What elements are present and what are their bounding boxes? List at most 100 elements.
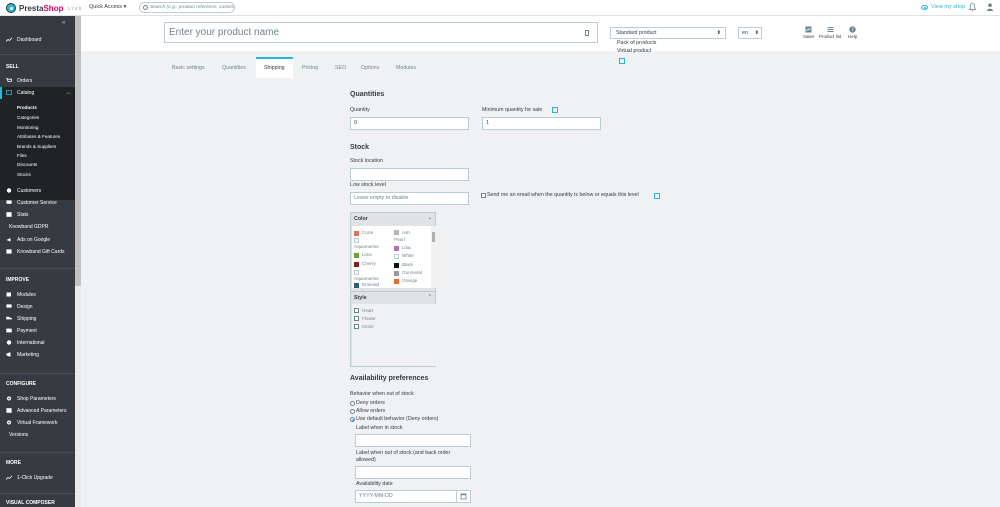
color-swatch-orange[interactable] [394,279,399,284]
sidebar-item-design[interactable]: Design [0,301,75,312]
style-attribute-panel: Style ⌃ Heart Flower Circle [350,291,436,367]
sidebar-item-knowband-gdpr[interactable]: Knowband GDPR [0,221,75,232]
sidebar-item-dashboard[interactable]: Dashboard [0,34,75,45]
radio-default-behavior[interactable] [350,417,355,422]
sidebar-item-ads-google[interactable]: Ads on Google [0,234,75,245]
tab-modules[interactable]: Modules [396,57,416,77]
tab-basic-settings[interactable]: Basic settings [172,57,205,77]
sidebar-item-modules[interactable]: Modules [0,289,75,300]
label-in-stock-input[interactable] [355,434,471,447]
sidebar-item-virtual-framework[interactable]: Virtual Framework [0,417,75,428]
availability-date-input[interactable]: YYYY-MM-DD [355,490,457,503]
sidebar-scrollbar[interactable] [75,16,81,507]
product-list-button[interactable]: Product list [819,26,841,39]
email-alert-help-icon[interactable] [654,193,660,199]
stock-location-input[interactable] [350,168,469,181]
sidebar-item-shipping[interactable]: Shipping [0,313,75,324]
type-option-pack[interactable]: Pack of products [617,39,656,47]
user-icon[interactable] [987,3,993,11]
sidebar-sub-files[interactable]: Files [17,153,27,158]
color-swatch-cherry[interactable] [354,262,359,267]
sidebar-item-marketing[interactable]: Marketing [0,349,75,360]
style-checkbox-flower[interactable] [354,316,359,321]
scrollbar-thumb[interactable] [432,232,435,242]
sidebar-item-advanced-parameters[interactable]: Advanced Parameters [0,405,75,416]
tab-pricing[interactable]: Pricing [302,57,318,77]
radio-deny-orders[interactable] [350,401,355,406]
sidebar-sub-attributes[interactable]: Attributes & Features [17,134,60,139]
tab-quantities[interactable]: Quantities [222,57,246,77]
color-list-scrollbar[interactable] [431,226,436,288]
product-name-placeholder: Enter your product name [169,27,280,38]
view-shop-label: View my shop [931,4,966,10]
style-checkbox-heart[interactable] [354,308,359,313]
sales-chart-icon [805,26,812,33]
extension-icon [6,292,11,297]
sidebar-item-label: Payment [17,327,37,334]
sidebar-item-stats[interactable]: Stats [0,209,75,220]
chevron-up-icon[interactable]: ⌃ [428,294,432,300]
sidebar-item-orders[interactable]: Orders [0,75,75,86]
product-type-select[interactable]: Standard product ⬍ [610,27,726,39]
color-label: Pearl [394,237,405,242]
color-swatch-black[interactable] [394,263,399,268]
sidebar-sub-stocks[interactable]: Stocks [17,172,31,177]
style-checkbox-circle[interactable] [354,324,359,329]
sidebar-item-label: Shop Parameters [17,395,56,402]
sidebar-sub-brands[interactable]: Brands & Suppliers [17,144,56,149]
sidebar-item-international[interactable]: International [0,337,75,348]
color-swatch-ash[interactable] [394,230,399,235]
min-quantity-input[interactable]: 1 [482,117,601,130]
email-alert-checkbox[interactable] [481,193,486,198]
translate-icon[interactable] [585,30,589,36]
type-option-virtual[interactable]: Virtual product [617,47,656,55]
help-button[interactable]: ? Help [848,26,857,39]
min-quantity-help-icon[interactable] [552,107,558,113]
sidebar-sub-monitoring[interactable]: Monitoring [17,125,38,130]
search-input[interactable]: Search (e.g.: product reference, custom [139,2,235,13]
sidebar-item-1-click-upgrade[interactable]: 1-Click Upgrade [0,472,75,483]
view-my-shop-link[interactable]: View my shop [921,4,965,10]
sidebar-item-customers[interactable]: Customers [0,185,75,196]
sidebar-item-customer-service[interactable]: Customer Service [0,197,75,208]
scrollbar-thumb[interactable] [75,16,81,286]
color-swatch-aquamarine[interactable] [354,238,359,243]
color-swatch-emerald[interactable] [354,283,359,288]
tab-options[interactable]: Options [361,57,379,77]
sidebar-item-gift-cards[interactable]: Knowband Gift Cards [0,246,75,257]
sidebar-item-shop-parameters[interactable]: Shop Parameters [0,393,75,404]
collapse-sidebar-icon[interactable]: « [62,20,65,26]
label-out-of-stock-input[interactable] [355,466,471,479]
top-header: PrestaShop 1.7.4.0 Quick Access ▾ Search… [0,0,1000,16]
stock-heading: Stock [350,144,370,151]
radio-label: Allow orders [356,408,386,414]
radio-allow-orders[interactable] [350,409,355,414]
product-name-input[interactable]: Enter your product name [164,22,598,43]
color-swatch-gunmetal[interactable] [394,271,399,276]
sidebar-item-label: Modules [17,291,36,298]
sidebar-sub-discounts[interactable]: Discounts [17,162,37,167]
calendar-button[interactable] [456,490,471,503]
language-select[interactable]: en ⬍ [738,27,762,39]
color-swatch-lilac[interactable] [394,246,399,251]
prestashop-logo[interactable]: PrestaShop 1.7.4.0 [6,3,81,13]
help-info-icon[interactable] [619,58,625,64]
sidebar-sub-products[interactable]: Products [17,105,37,110]
tab-shipping[interactable]: Shipping [256,57,293,78]
color-label: Gunmetal [402,270,422,275]
color-swatch-white[interactable] [394,254,399,259]
color-swatch-coral[interactable] [354,231,359,236]
sidebar-item-catalog-content[interactable]: Catalog ︿ [0,87,75,98]
sales-button[interactable]: Sales [803,26,814,39]
bell-icon[interactable] [969,3,976,11]
quick-access-dropdown[interactable]: Quick Access ▾ [89,4,126,10]
sidebar-item-payment[interactable]: Payment [0,325,75,336]
sidebar-sub-categories[interactable]: Categories [17,115,39,120]
tab-seo[interactable]: SEO [335,57,346,77]
low-stock-input[interactable]: Leave empty to disable [350,192,469,205]
chevron-down-icon[interactable]: ⌄ [428,215,432,221]
color-swatch-aquamarine-2[interactable] [354,270,359,275]
color-swatch-lime[interactable] [354,253,359,258]
sidebar-item-versions[interactable]: Versions [0,429,75,440]
quantity-input[interactable]: 0 [350,117,469,130]
